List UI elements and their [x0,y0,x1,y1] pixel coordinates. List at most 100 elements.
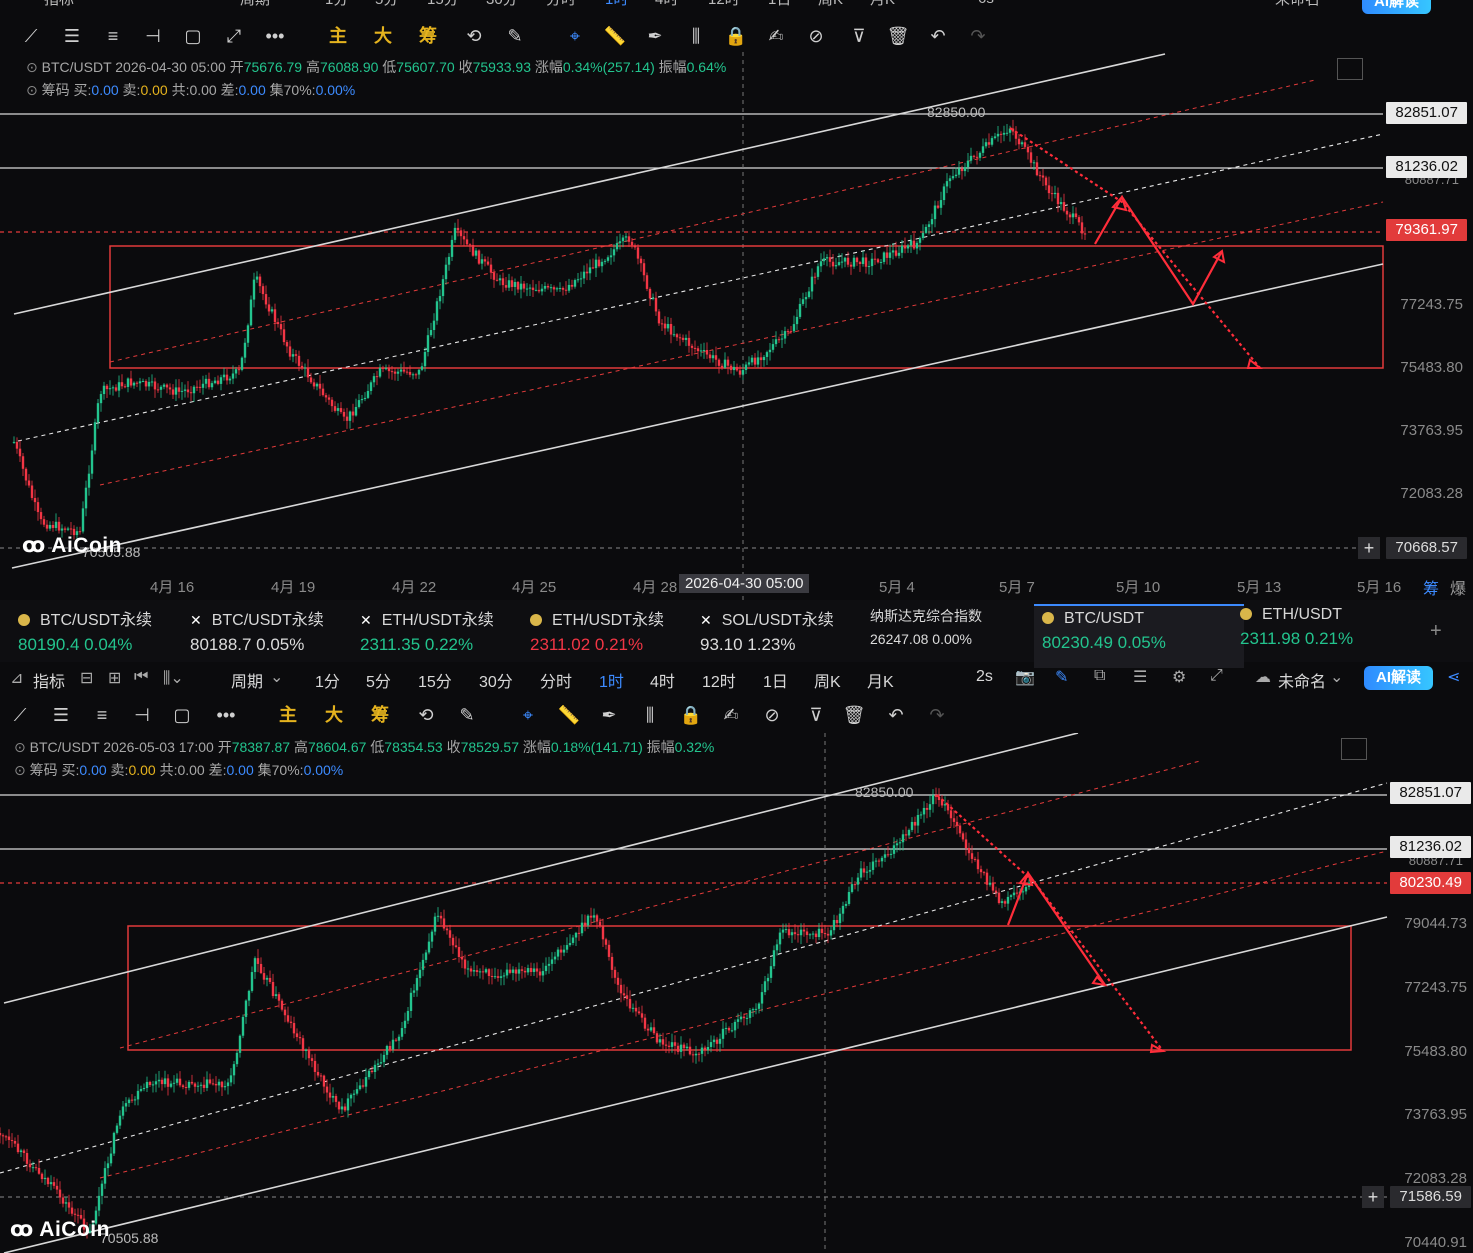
channel-tool-icon[interactable]: ≡ [87,695,117,735]
chip-side-button[interactable]: 筹 [1423,575,1439,599]
replay-icon[interactable]: ⟲ [459,16,489,56]
period-5m-top[interactable]: 5分 [375,0,398,9]
draw-settings-icon[interactable]: ✎ [500,16,530,56]
ticker-tab[interactable]: ETH/USDT永续 2311.02 0.21% [530,606,664,660]
rect-tool-icon[interactable]: ▢ [167,695,197,735]
add-crosshair-icon[interactable]: + [1358,537,1380,559]
edit-icon[interactable]: ✍ [716,695,746,735]
indicator-button-top[interactable]: 指标 [44,0,74,9]
big-order-button[interactable]: 大 [368,16,398,56]
refresh-interval[interactable]: 2s [976,668,993,686]
period-button[interactable]: 周期 [231,668,263,692]
chart-1-canvas[interactable] [0,52,1473,600]
hline-tool-icon[interactable]: ⊣ [138,16,168,56]
period-12h-top[interactable]: 12时 [708,0,740,9]
period-1d-top[interactable]: 1日 [768,0,791,9]
period-30m[interactable]: 30分 [479,668,513,692]
cursor-icon[interactable]: ⌖ [560,16,590,56]
camera-icon[interactable]: 📷 [1015,667,1035,687]
channel-tool-icon[interactable]: ≡ [98,16,128,56]
period-1m[interactable]: 1分 [315,668,340,692]
period-timeshare[interactable]: 分时 [540,668,572,692]
template-icon[interactable]: ⊟ [80,668,93,688]
ticker-tab[interactable]: ✕ SOL/USDT永续 93.10 1.23% [700,606,834,660]
draw-pen-icon[interactable]: ✎ [1055,667,1068,687]
rect-tool-icon[interactable]: ▢ [178,16,208,56]
ticker-tab[interactable]: ✕ BTC/USDT永续 80188.7 0.05% [190,606,324,660]
period-15m-top[interactable]: 15分 [427,0,459,9]
chip-button[interactable]: 筹 [413,16,443,56]
period-4h-top[interactable]: 4时 [655,0,678,9]
pen-icon[interactable]: ✒ [594,695,624,735]
add-crosshair-icon[interactable]: + [1362,1186,1384,1208]
burst-side-button[interactable]: 爆 [1450,575,1466,599]
ai-button-top[interactable]: AI解读 [1362,0,1432,14]
lock-icon[interactable]: 🔒 [676,695,706,735]
hline-tool-icon[interactable]: ⊣ [127,695,157,735]
ticker-tab[interactable]: BTC/USDT永续 80190.4 0.04% [18,606,152,660]
trash-icon[interactable]: 🗑 [883,16,913,56]
period-30m-top[interactable]: 30分 [486,0,518,9]
replay-icon[interactable]: ⟲ [411,695,441,735]
chip-button[interactable]: 筹 [365,695,395,735]
ticker-tab[interactable]: BTC/USDT 80230.49 0.05% [1034,604,1244,668]
redo-icon[interactable]: ↷ [922,695,952,735]
share-icon[interactable]: ⋖ [1447,667,1460,687]
settings-icon[interactable]: ⚙ [1172,667,1186,687]
more-tool-icon[interactable]: ••• [211,695,241,735]
hlines-tool-icon[interactable]: ☰ [57,16,87,56]
indicator-button[interactable]: 指标 [33,668,65,692]
ticker-tab[interactable]: ETH/USDT 2311.98 0.21% [1240,606,1353,660]
layout-icon[interactable]: ⊞ [108,668,121,688]
ruler-icon[interactable]: 📏 [554,695,584,735]
line-tool-icon[interactable]: ⟋ [5,695,35,735]
rewind-icon[interactable]: ⏮ [134,668,148,686]
main-indicator-button[interactable]: 主 [323,16,353,56]
list-icon[interactable]: ☰ [1133,667,1147,687]
ai-interpret-button[interactable]: AI解读 [1364,666,1434,690]
period-month[interactable]: 月K [867,668,894,692]
expand-icon[interactable]: ⤢ [1210,667,1223,685]
collapse-icon[interactable]: ⊙ [14,762,26,778]
period-ts-top[interactable]: 分时 [546,0,576,9]
redo-icon[interactable]: ↷ [963,16,993,56]
chart-2-canvas[interactable] [0,733,1473,1253]
refresh-top[interactable]: 6s [978,0,994,7]
chart-type-icon[interactable]: ⫼⌄ [163,668,184,688]
pen-icon[interactable]: ✒ [640,16,670,56]
undo-icon[interactable]: ↶ [881,695,911,735]
hlines-tool-icon[interactable]: ☰ [46,695,76,735]
more-tool-icon[interactable]: ••• [260,16,290,56]
magnet-icon[interactable]: ⊘ [757,695,787,735]
fullscreen-icon[interactable] [1341,738,1367,760]
ruler-icon[interactable]: 📏 [600,16,630,56]
period-12h[interactable]: 12时 [702,668,736,692]
collapse-icon[interactable]: ⊙ [14,739,26,755]
main-indicator-button[interactable]: 主 [273,695,303,735]
big-order-button[interactable]: 大 [319,695,349,735]
layout-name-top[interactable]: 未命名 [1275,0,1320,9]
period-1d[interactable]: 1日 [763,668,788,692]
period-1h-top[interactable]: 1时 [605,0,628,9]
draw-settings-icon[interactable]: ✎ [452,695,482,735]
period-month-top[interactable]: 月K [870,0,895,9]
trash-icon[interactable]: 🗑 [839,695,869,735]
window-icon[interactable]: ⧉ [1094,667,1105,685]
edit-icon[interactable]: ✍ [761,16,791,56]
period-5m[interactable]: 5分 [366,668,391,692]
line-tool-icon[interactable]: ⟋ [16,16,46,56]
fullscreen-icon[interactable] [1337,58,1363,80]
cursor-icon[interactable]: ⌖ [513,695,543,735]
filter-icon[interactable]: ⊽ [801,695,831,735]
ticker-tab[interactable]: 纳斯达克综合指数 26247.08 0.00% [870,606,982,660]
period-15m[interactable]: 15分 [418,668,452,692]
lock-icon[interactable]: 🔒 [721,16,751,56]
candles-icon[interactable]: ⫼ [635,695,665,735]
ticker-tab[interactable]: ✕ ETH/USDT永续 2311.35 0.22% [360,606,494,660]
period-week[interactable]: 周K [814,668,841,692]
magnet-icon[interactable]: ⊘ [801,16,831,56]
candles-icon[interactable]: ⫼ [681,16,711,56]
collapse-icon[interactable]: ⊙ [26,59,38,75]
period-button-top[interactable]: 周期 [240,0,270,9]
add-tab-icon[interactable]: + [1430,620,1442,643]
